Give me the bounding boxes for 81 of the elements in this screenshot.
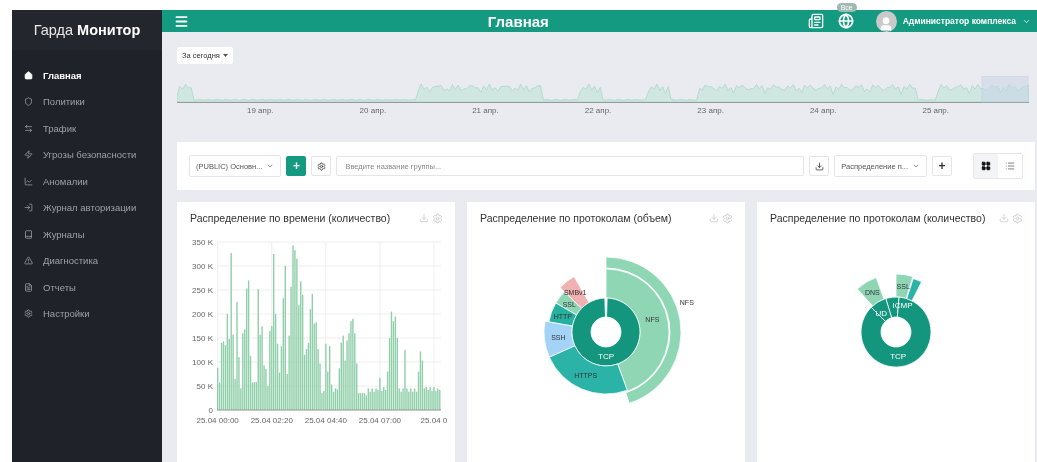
segment-label: UD xyxy=(875,308,887,318)
download-icon xyxy=(814,161,824,171)
axis-label: 100 K xyxy=(192,358,213,367)
axis-label: 25.04 02:20 xyxy=(250,416,293,425)
axis-label: 22 апр. xyxy=(584,106,613,117)
timeline-sparkline[interactable] xyxy=(177,76,1029,106)
sidebar-item[interactable]: Настройки xyxy=(12,300,162,327)
axis-label: 25.04 04:40 xyxy=(304,416,347,425)
sidebar-item-label: Трафик xyxy=(43,122,77,134)
axis-label: 50 K xyxy=(196,382,213,391)
axis-label: 24 апр. xyxy=(809,106,838,117)
sunburst-segment[interactable] xyxy=(860,296,932,368)
globe-icon[interactable] xyxy=(837,13,854,29)
sidebar-item[interactable]: Трафик xyxy=(12,115,162,142)
sidebar-item[interactable]: Диагностика xyxy=(12,247,162,274)
login-icon xyxy=(24,203,33,213)
add-widget-button[interactable]: + xyxy=(932,156,952,176)
sidebar-item-label: Угрозы безопасности xyxy=(43,149,137,161)
sidebar-item[interactable]: Журналы xyxy=(12,221,162,248)
sidebar-item[interactable]: Угрозы безопасности xyxy=(12,141,162,168)
segment-label: TCP xyxy=(890,352,907,362)
settings-button[interactable] xyxy=(311,156,332,176)
grid-view-button[interactable] xyxy=(974,154,998,178)
bolt-icon xyxy=(24,150,33,160)
shield-icon xyxy=(24,97,33,107)
sidebar-item-label: Диагностика xyxy=(43,255,99,267)
settings-icon xyxy=(24,309,33,319)
user-menu[interactable]: Администратор комплекса xyxy=(875,10,1031,32)
card-title: Распределение по протоколам (объем) xyxy=(480,212,673,224)
axis-label: 350 K xyxy=(192,238,213,247)
axis-label: 25 апр. xyxy=(922,106,951,117)
chevron-icon xyxy=(266,162,275,170)
avatar-icon xyxy=(875,10,897,32)
newspaper-icon[interactable] xyxy=(807,13,824,29)
axis-label: 25.04 00:00 xyxy=(196,416,239,425)
sidebar-item-label: Главная xyxy=(43,69,82,81)
warning-icon xyxy=(24,256,33,266)
caret-icon xyxy=(222,54,228,57)
axis-label: 19 апр. xyxy=(247,106,275,117)
axis-label: 25.04 07:00 xyxy=(358,416,402,425)
card-title: Распределение по протоколам (количество) xyxy=(770,212,987,224)
axis-label: 250 K xyxy=(192,286,213,295)
axis-label: 21 апр. xyxy=(472,106,500,117)
arrows-icon xyxy=(24,123,33,133)
chevron-icon xyxy=(912,162,920,170)
home-icon xyxy=(24,70,33,80)
sidebar-item-label: Аномалии xyxy=(43,175,88,187)
sidebar-item[interactable]: Главная xyxy=(12,62,162,89)
sidebar-item-label: Отчеты xyxy=(43,281,76,293)
card-title: Распределение по времени (количество) xyxy=(190,212,392,224)
axis-label: 300 K xyxy=(192,262,213,271)
line-chart-icon xyxy=(24,176,33,186)
axis-label: 25.04 0 xyxy=(420,416,448,425)
axis-label: 0 xyxy=(208,406,213,415)
menu-icon[interactable] xyxy=(174,13,189,29)
sidebar-item-label: Журналы xyxy=(43,228,85,240)
sidebar-item-label: Журнал авторизации xyxy=(43,202,137,214)
grid-icon xyxy=(981,161,991,171)
sidebar-item[interactable]: Отчеты xyxy=(12,274,162,301)
settings-icon xyxy=(316,161,326,171)
book-icon xyxy=(24,229,33,239)
user-name: Администратор комплекса xyxy=(902,16,1016,26)
segment-label: TCP xyxy=(598,351,614,361)
sunburst-segment[interactable] xyxy=(543,320,576,358)
add-button[interactable]: + xyxy=(286,156,307,176)
axis-label: 20 апр. xyxy=(359,106,388,117)
sidebar-item[interactable]: Аномалии xyxy=(12,168,162,195)
sunburst-segment[interactable] xyxy=(548,345,628,395)
brand-name-bold: Монитор xyxy=(77,22,141,38)
download-button[interactable] xyxy=(809,156,830,176)
brand-name: Гарда xyxy=(33,22,74,38)
sidebar-item-label: Политики xyxy=(43,96,85,108)
axis-label: 23 апр. xyxy=(697,106,725,117)
sidebar-item[interactable]: Политики xyxy=(12,88,162,115)
sidebar-item[interactable]: Журнал авторизации xyxy=(12,194,162,221)
axis-label: 150 K xyxy=(192,334,213,343)
document-icon xyxy=(24,282,33,292)
list-icon xyxy=(1005,161,1015,171)
axis-label: 200 K xyxy=(192,310,213,319)
sidebar-item-label: Настройки xyxy=(43,308,90,320)
page-title: Главная xyxy=(486,12,550,30)
